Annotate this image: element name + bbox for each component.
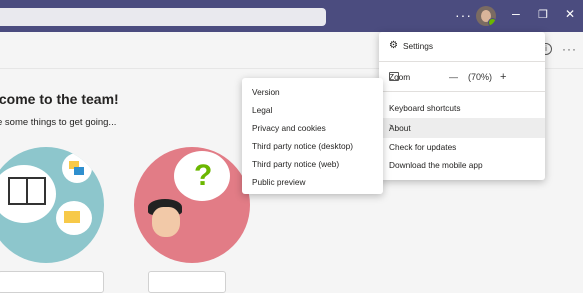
fit-screen-icon[interactable] bbox=[389, 72, 399, 81]
avatar[interactable] bbox=[476, 6, 496, 26]
more-options-icon[interactable]: ··· bbox=[455, 7, 472, 23]
document-icon bbox=[64, 211, 80, 223]
about-submenu: Version Legal Privacy and cookies Third … bbox=[242, 78, 383, 194]
illustration-faq: ? bbox=[134, 147, 250, 263]
question-mark-icon: ? bbox=[194, 159, 213, 192]
check-updates-label: Check for updates bbox=[389, 142, 457, 152]
zoom-out-button[interactable]: — bbox=[449, 72, 458, 82]
version-label: Version bbox=[252, 87, 280, 97]
zoom-in-button[interactable]: + bbox=[500, 71, 506, 83]
gear-icon: ⚙ bbox=[389, 40, 398, 51]
zoom-row: Zoom — (70%) + bbox=[379, 71, 545, 84]
welcome-subtitle: e some things to get going... bbox=[0, 117, 117, 128]
minimize-icon[interactable]: – bbox=[512, 5, 520, 21]
faq-button[interactable] bbox=[148, 271, 226, 293]
settings-label: Settings bbox=[403, 41, 433, 51]
get-started-button[interactable] bbox=[0, 271, 104, 293]
character-face bbox=[152, 207, 180, 237]
sticky-notes-bubble bbox=[62, 153, 92, 183]
search-box[interactable] bbox=[0, 8, 326, 26]
welcome-title: lcome to the team! bbox=[0, 91, 119, 107]
divider bbox=[379, 61, 545, 62]
public-preview-label: Public preview bbox=[252, 177, 306, 187]
illustration-apps bbox=[0, 147, 104, 263]
sticky-note-blue bbox=[74, 167, 84, 175]
third-party-desktop-label: Third party notice (desktop) bbox=[252, 141, 353, 151]
header-more-icon[interactable]: ··· bbox=[562, 42, 577, 56]
divider bbox=[379, 91, 545, 92]
book-icon bbox=[8, 177, 46, 205]
presence-available-icon bbox=[488, 18, 496, 26]
close-icon[interactable]: ✕ bbox=[565, 7, 575, 21]
restore-icon[interactable]: ❐ bbox=[538, 8, 548, 21]
zoom-value: (70%) bbox=[468, 72, 493, 82]
document-bubble bbox=[56, 201, 92, 235]
legal-label: Legal bbox=[252, 105, 273, 115]
chevron-right-icon: › bbox=[389, 121, 393, 132]
download-mobile-label: Download the mobile app bbox=[389, 160, 483, 170]
third-party-web-label: Third party notice (web) bbox=[252, 159, 340, 169]
title-bar: ··· – ❐ ✕ bbox=[0, 0, 583, 32]
about-item[interactable]: About › bbox=[379, 118, 545, 138]
keyboard-shortcuts-label: Keyboard shortcuts bbox=[389, 103, 461, 113]
privacy-label: Privacy and cookies bbox=[252, 123, 326, 133]
settings-menu: ⚙ Settings Zoom — (70%) + Keyboard short… bbox=[379, 32, 545, 180]
